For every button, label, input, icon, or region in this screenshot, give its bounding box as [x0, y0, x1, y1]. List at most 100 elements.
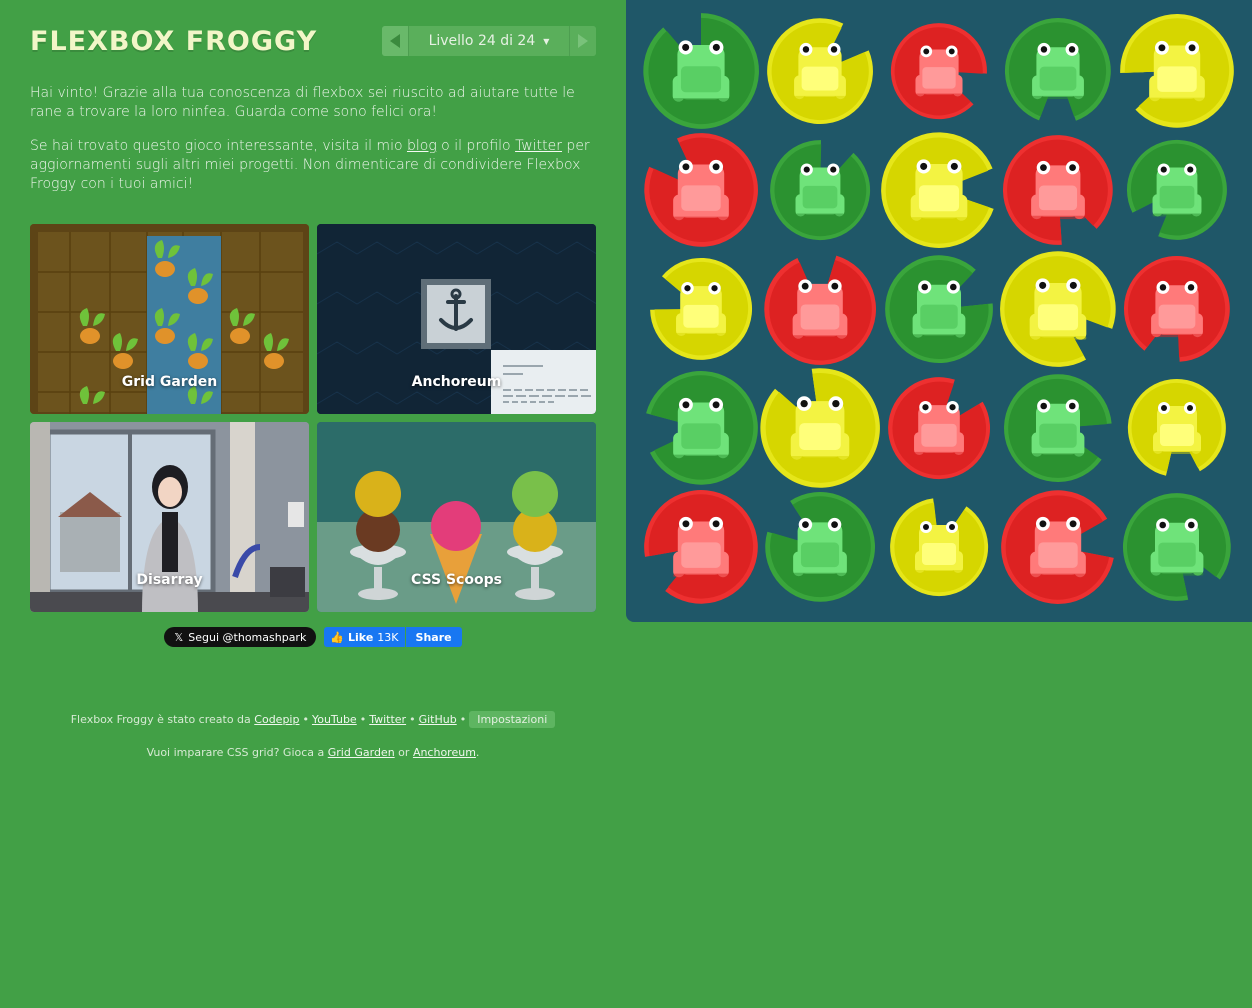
lilypad-red — [644, 133, 758, 247]
frog-icon — [1149, 40, 1205, 102]
frog-icon — [1032, 42, 1084, 100]
frog-icon — [910, 159, 968, 221]
settings-button[interactable]: Impostazioni — [469, 711, 556, 728]
credits: Flexbox Froggy è stato creato da Codepip… — [30, 711, 596, 728]
grid-garden-label: Grid Garden — [121, 374, 218, 390]
frog-icon — [1153, 402, 1201, 454]
frog-icon — [1031, 399, 1085, 457]
lilypad-red — [1001, 490, 1114, 604]
thumbs-up-icon: 👍 — [330, 630, 345, 644]
frog-icon — [793, 517, 847, 577]
twitter-link[interactable]: Twitter — [369, 713, 406, 726]
frog-icon — [914, 400, 964, 456]
learn-more: Vuoi imparare CSS grid? Gioca a Grid Gar… — [30, 746, 596, 759]
arrow-left-icon — [390, 34, 400, 48]
game-tiles: Grid Garden Anchoreum Disarray CSS Scoop… — [30, 224, 596, 612]
twitter-profile-link[interactable]: Twitter — [515, 138, 562, 154]
lilypad-green — [646, 371, 758, 485]
youtube-link[interactable]: YouTube — [312, 713, 357, 726]
frog-icon — [790, 396, 850, 460]
facebook-like-button[interactable]: 👍 Like 13K — [324, 627, 405, 647]
follow-text-middle: o il profilo — [436, 138, 516, 154]
frog-icon — [1031, 160, 1085, 220]
page-title: FLEXBOX FROGGY — [30, 26, 318, 57]
facebook-like-label: Like — [348, 630, 374, 644]
frog-icon — [794, 42, 846, 100]
frog-icon — [1152, 163, 1202, 217]
lilypad-green — [1005, 18, 1111, 121]
anchoreum-link[interactable]: Anchoreum — [413, 746, 476, 759]
lilypad-yellow — [890, 498, 989, 596]
lilypad-green — [643, 13, 759, 129]
css-scoops-label: CSS Scoops — [411, 572, 502, 588]
next-level-button[interactable] — [570, 26, 596, 56]
frog-icon — [1150, 518, 1204, 576]
period-text: . — [475, 746, 480, 759]
lilypad-red — [764, 255, 876, 365]
separator: • — [302, 713, 309, 726]
twitter-follow-label: Segui @thomashpark — [188, 630, 307, 644]
frog-icon — [795, 163, 845, 217]
lilypad-red — [888, 377, 990, 480]
lilypad-yellow — [760, 368, 880, 488]
lilypad-yellow — [1000, 251, 1116, 367]
social-buttons: 𝕏 Segui @thomashpark 👍 Like 13K Share — [30, 627, 596, 647]
frog-icon — [1030, 516, 1086, 578]
frog-icon — [792, 279, 848, 339]
lilypad-yellow — [881, 132, 994, 248]
created-by-text: Flexbox Froggy è stato creato da — [70, 713, 251, 726]
pond-board — [626, 0, 1252, 622]
caret-down-icon: ▼ — [543, 36, 550, 46]
follow-message: Se hai trovato questo gioco interessante… — [30, 137, 596, 194]
frog-icon — [915, 45, 963, 97]
lilypad-red — [890, 23, 987, 120]
lilypad-red — [644, 490, 758, 604]
lilypad-green — [1126, 139, 1227, 240]
previous-level-button[interactable] — [382, 26, 408, 56]
twitter-follow-button[interactable]: 𝕏 Segui @thomashpark — [164, 627, 317, 647]
frog-icon — [672, 40, 730, 102]
blog-link[interactable]: blog — [407, 138, 437, 154]
frog-icon — [1029, 278, 1087, 340]
anchoreum-tile[interactable]: Anchoreum — [317, 224, 596, 414]
disarray-label: Disarray — [136, 572, 203, 588]
separator: • — [409, 713, 416, 726]
codepip-link[interactable]: Codepip — [254, 713, 299, 726]
separator: • — [359, 713, 367, 726]
lilypad-yellow — [650, 258, 753, 360]
separator: • — [459, 713, 467, 726]
lilypad-green — [765, 492, 875, 602]
css-scoops-tile[interactable]: CSS Scoops — [317, 422, 596, 612]
or-text: or — [398, 746, 410, 759]
level-indicator[interactable]: Livello 24 di 24 ▼ — [408, 26, 570, 56]
follow-text-start: Se hai trovato questo gioco interessante… — [30, 138, 407, 154]
facebook-share-button[interactable]: Share — [405, 627, 462, 647]
lilypad-green — [770, 140, 871, 241]
facebook-like-count: 13K — [377, 630, 399, 644]
lilypad-yellow — [1120, 14, 1234, 128]
header: FLEXBOX FROGGY Livello 24 di 24 ▼ — [30, 0, 596, 84]
win-message: Hai vinto! Grazie alla tua conoscenza di… — [30, 85, 575, 120]
frog-icon — [673, 397, 729, 459]
facebook-buttons: 👍 Like 13K Share — [324, 627, 462, 647]
level-text: Livello 24 di 24 — [428, 33, 536, 49]
lilypad-yellow — [1127, 379, 1226, 476]
level-navigation: Livello 24 di 24 ▼ — [382, 26, 596, 56]
frog-icon — [676, 281, 726, 337]
disarray-tile[interactable]: Disarray — [30, 422, 309, 612]
x-logo-icon: 𝕏 — [174, 630, 184, 644]
grid-garden-tile[interactable]: Grid Garden — [30, 224, 309, 414]
lilypad-green — [1122, 493, 1231, 601]
frog-icon — [673, 159, 729, 221]
frog-icon — [673, 516, 729, 578]
anchoreum-label: Anchoreum — [411, 374, 502, 390]
frog-icon — [915, 521, 963, 573]
lilypad-green — [885, 255, 993, 364]
lilypad-red — [1003, 135, 1113, 245]
arrow-right-icon — [578, 34, 588, 48]
github-link[interactable]: GitHub — [419, 713, 457, 726]
grid-garden-link[interactable]: Grid Garden — [328, 746, 395, 759]
sidebar: FLEXBOX FROGGY Livello 24 di 24 ▼ Hai vi… — [30, 0, 596, 759]
frog-icon — [1151, 280, 1203, 338]
learn-text: Vuoi imparare CSS grid? Gioca a — [146, 746, 325, 759]
